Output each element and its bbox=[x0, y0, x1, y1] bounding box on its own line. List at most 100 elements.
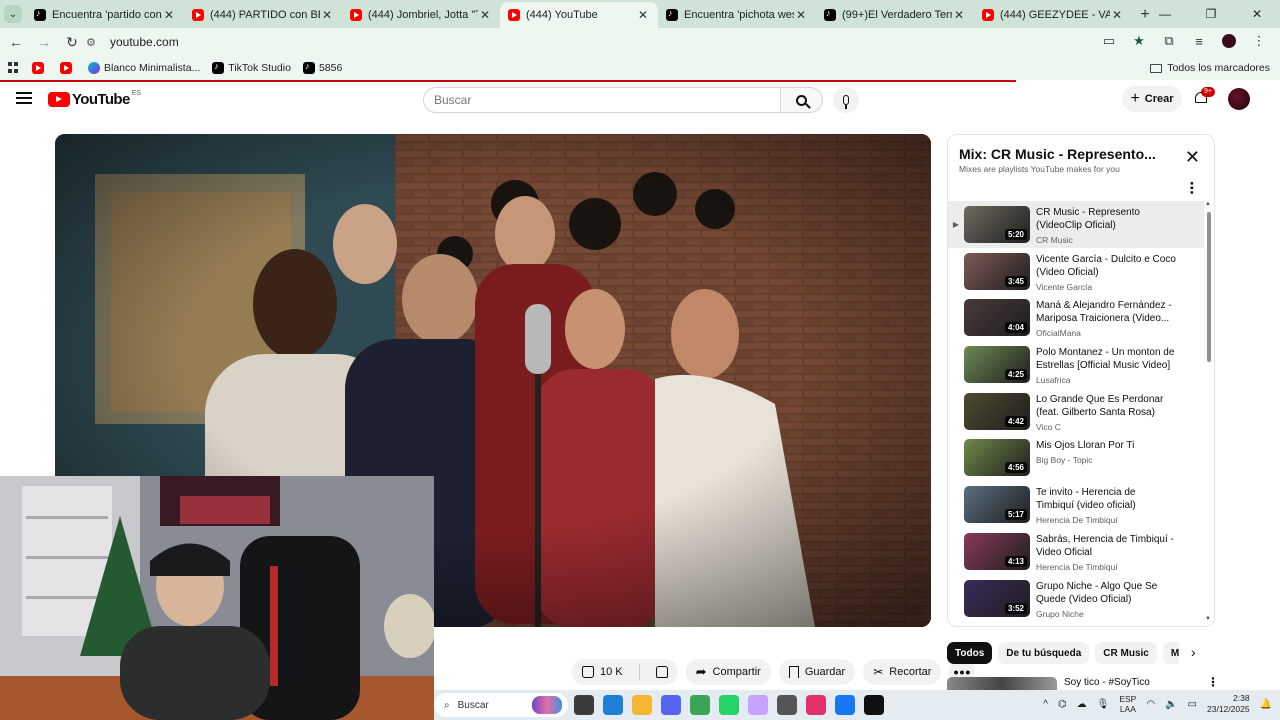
playlist-thumbnail[interactable]: 4:25 bbox=[964, 346, 1030, 384]
related-video-title[interactable]: Soy tico - #SoyTico bbox=[1064, 677, 1150, 688]
account-avatar[interactable] bbox=[1228, 88, 1250, 110]
taskbar-app-icon[interactable] bbox=[777, 695, 797, 715]
address-bar[interactable]: ⚙ youtube.com bbox=[78, 30, 1164, 54]
volume-icon[interactable]: 🔈 bbox=[1165, 699, 1177, 710]
save-button[interactable]: Guardar bbox=[778, 659, 856, 685]
close-tab-icon[interactable]: ✕ bbox=[636, 8, 650, 22]
extensions-icon[interactable]: ⧉ bbox=[1158, 30, 1180, 52]
notifications-button[interactable]: 9+ bbox=[1193, 87, 1215, 106]
taskbar-app-icon[interactable] bbox=[661, 695, 681, 715]
playlist-item[interactable]: 4:56 Mis Ojos Lloran Por Ti Big Boy - Topi… bbox=[948, 434, 1204, 481]
dislike-button[interactable] bbox=[646, 659, 678, 685]
taskbar-app-icon[interactable] bbox=[719, 695, 739, 715]
voice-search-button[interactable] bbox=[833, 87, 859, 113]
playlist-item[interactable]: 4:42 Lo Grande Que Es Perdonar (feat. Gil… bbox=[948, 388, 1204, 435]
browser-tab[interactable]: Encuentra 'pichota westcol cos'✕ bbox=[658, 2, 816, 28]
playlist-thumbnail[interactable]: 3:52 bbox=[964, 579, 1030, 617]
close-tab-icon[interactable]: ✕ bbox=[478, 8, 492, 22]
taskbar-app-icon[interactable] bbox=[574, 695, 594, 715]
filter-chip[interactable]: De tu búsqueda bbox=[998, 642, 1090, 664]
cloud-icon[interactable]: ☁ bbox=[1077, 699, 1087, 710]
browser-tab[interactable]: (444) YouTube ✕ bbox=[500, 2, 658, 28]
browser-tab[interactable]: (444) GEEZYDEE - VAMOS PA EL✕ bbox=[974, 2, 1132, 28]
tab-search-button[interactable]: ⌄ bbox=[0, 0, 26, 28]
playlist-item[interactable]: 5:17 Te invito - Herencia de Timbiquí (vi… bbox=[948, 481, 1204, 528]
close-tab-icon[interactable]: ✕ bbox=[1110, 8, 1124, 22]
filter-chip[interactable]: Música bbox=[1162, 642, 1179, 664]
related-video-thumbnail[interactable] bbox=[947, 677, 1057, 690]
taskbar-app-icon[interactable] bbox=[748, 695, 768, 715]
playlist-thumbnail[interactable]: 4:13 bbox=[964, 532, 1030, 570]
close-tab-icon[interactable]: ✕ bbox=[162, 8, 176, 22]
close-tab-icon[interactable]: ✕ bbox=[952, 8, 966, 22]
chips-next-button[interactable]: › bbox=[1191, 644, 1196, 660]
browser-tab[interactable]: (99+)El Verdadero Terror en la✕ bbox=[816, 2, 974, 28]
bookmark-item[interactable]: Blanco Minimalista... bbox=[88, 62, 200, 74]
taskbar-app-icon[interactable] bbox=[603, 695, 623, 715]
browser-tab[interactable]: Encuentra 'partido con bendición'✕ bbox=[26, 2, 184, 28]
playlist-thumbnail[interactable]: 5:17 bbox=[964, 486, 1030, 524]
search-button[interactable] bbox=[781, 87, 823, 113]
chevron-up-icon[interactable]: ^ bbox=[1043, 699, 1048, 710]
site-info-icon[interactable]: ⚙ bbox=[86, 36, 100, 49]
media-control-icon[interactable]: ≡ bbox=[1188, 30, 1210, 52]
mic-tray-icon[interactable]: 🎙 bbox=[1097, 699, 1110, 710]
filter-chip[interactable]: CR Music bbox=[1095, 642, 1157, 664]
all-bookmarks-button[interactable]: Todos los marcadores bbox=[1150, 62, 1270, 74]
back-button[interactable]: ← bbox=[4, 30, 28, 54]
taskbar-app-icon[interactable] bbox=[632, 695, 652, 715]
clock[interactable]: 2:38 23/12/2025 bbox=[1207, 693, 1250, 715]
wifi-icon[interactable]: ◠ bbox=[1146, 699, 1155, 710]
playlist-thumbnail[interactable]: 4:56 bbox=[964, 439, 1030, 477]
mix-title[interactable]: Mix: CR Music - Represento... bbox=[959, 146, 1156, 162]
bookmark-item[interactable]: TikTok Studio bbox=[212, 61, 291, 74]
playlist-item[interactable]: 4:25 Polo Montanez - Un monton de Estrell… bbox=[948, 341, 1204, 388]
taskbar-app-icon[interactable] bbox=[864, 695, 884, 715]
battery-icon[interactable]: ▭ bbox=[1188, 699, 1197, 710]
search-input[interactable]: Buscar bbox=[423, 87, 781, 113]
playlist-menu-button[interactable]: ⋯ bbox=[1184, 181, 1200, 195]
language-indicator[interactable]: ESP LAA bbox=[1119, 694, 1136, 714]
share-button[interactable]: ➦ Compartir bbox=[685, 659, 771, 685]
youtube-logo[interactable]: YouTube ES bbox=[48, 90, 141, 108]
bookmark-item[interactable] bbox=[32, 62, 48, 74]
network-icon[interactable]: ⌬ bbox=[1058, 699, 1067, 710]
playlist-thumbnail[interactable]: 3:45 bbox=[964, 252, 1030, 290]
taskbar-app-icon[interactable] bbox=[835, 695, 855, 715]
close-window-button[interactable]: ✕ bbox=[1234, 0, 1280, 28]
profile-button[interactable] bbox=[1218, 30, 1240, 52]
playlist-item[interactable]: 4:04 Maná & Alejandro Fernández - Maripos… bbox=[948, 294, 1204, 341]
bookmark-star-icon[interactable]: ★ bbox=[1128, 30, 1150, 52]
taskbar-app-icon[interactable] bbox=[690, 695, 710, 715]
scroll-up-arrow[interactable]: ▲ bbox=[1205, 201, 1211, 207]
playlist-item[interactable]: 3:52 Grupo Niche - Algo Que Se Quede (Vid… bbox=[948, 575, 1204, 622]
playlist-item[interactable]: ▶ 5:20 CR Music - Represento (VideoClip Of… bbox=[948, 201, 1204, 248]
playlist-scroll-thumb[interactable] bbox=[1207, 212, 1211, 362]
playlist-thumbnail[interactable]: 5:20 bbox=[964, 206, 1030, 243]
related-video-menu-icon[interactable]: ⋮ bbox=[1207, 675, 1219, 689]
filter-chip[interactable]: Todos bbox=[947, 642, 993, 664]
cast-icon[interactable]: ▭ bbox=[1098, 30, 1120, 52]
playlist-item[interactable]: 4:13 Sabrás, Herencia de Timbiquí - Video… bbox=[948, 528, 1204, 575]
close-tab-icon[interactable]: ✕ bbox=[794, 8, 808, 22]
forward-button[interactable]: → bbox=[32, 30, 56, 54]
scroll-down-arrow[interactable]: ▼ bbox=[1205, 616, 1211, 622]
apps-grid-icon[interactable] bbox=[8, 62, 20, 74]
bookmark-item[interactable]: 5856 bbox=[302, 61, 342, 74]
guide-menu-icon[interactable] bbox=[16, 92, 32, 104]
restore-button[interactable]: ❐ bbox=[1188, 0, 1234, 28]
close-playlist-button[interactable]: ✕ bbox=[1185, 147, 1200, 167]
taskbar-search[interactable]: ⌕ Buscar bbox=[434, 693, 568, 717]
clip-button[interactable]: ✂ Recortar bbox=[863, 659, 942, 685]
create-button[interactable]: + Crear bbox=[1122, 86, 1182, 112]
kebab-menu-icon[interactable]: ⋮ bbox=[1248, 30, 1270, 52]
playlist-item[interactable]: 3:45 Vicente García - Dulcito e Coco (Vid… bbox=[948, 248, 1204, 295]
playlist-thumbnail[interactable]: 4:42 bbox=[964, 392, 1030, 430]
like-button[interactable]: 10 K bbox=[572, 659, 633, 685]
playlist-thumbnail[interactable]: 4:04 bbox=[964, 299, 1030, 337]
related-video[interactable]: Soy tico - #SoyTico ⋮ bbox=[947, 675, 1219, 690]
browser-tab[interactable]: (444) Jombriel, Jotta "Tumbenla"✕ bbox=[342, 2, 500, 28]
browser-tab[interactable]: (444) PARTIDO con BENDICIÓN✕ bbox=[184, 2, 342, 28]
taskbar-app-icon[interactable] bbox=[806, 695, 826, 715]
notification-bell-icon[interactable]: 🔔 bbox=[1260, 699, 1272, 710]
